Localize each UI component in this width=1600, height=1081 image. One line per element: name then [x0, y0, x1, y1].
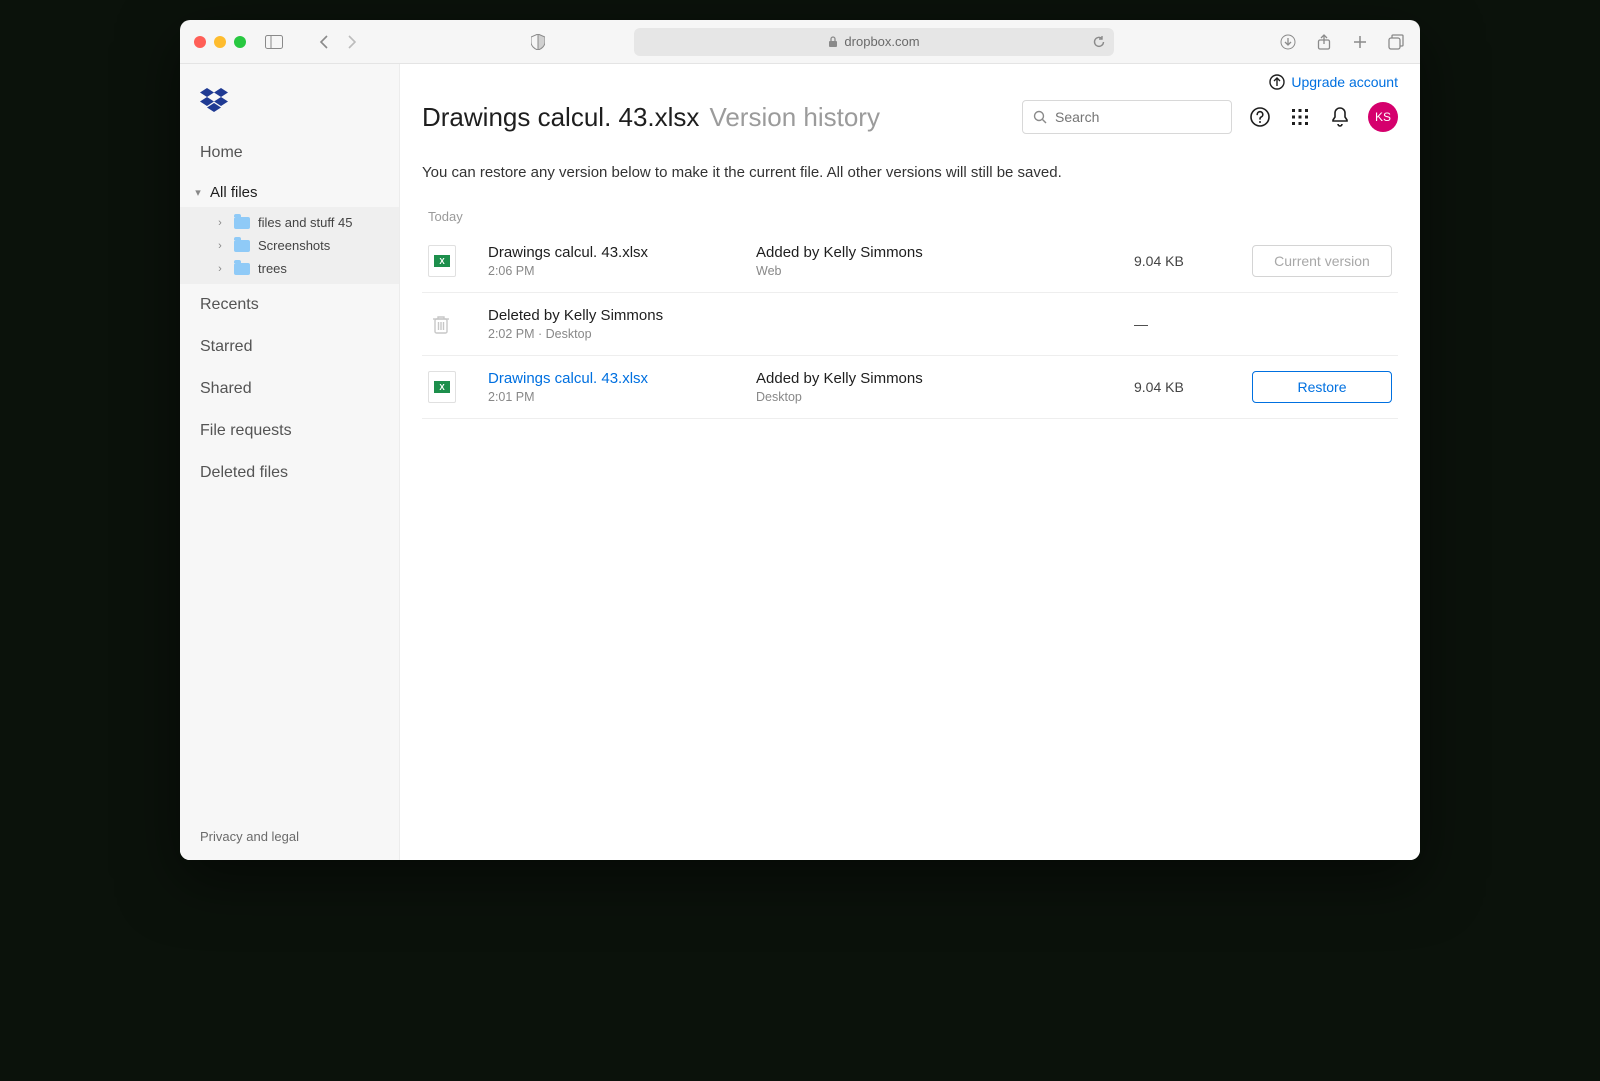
downloads-icon[interactable] [1278, 32, 1298, 52]
group-label: Today [422, 209, 1398, 224]
tree-item-label: trees [258, 261, 287, 276]
back-button[interactable] [314, 32, 334, 52]
search-box[interactable] [1022, 100, 1232, 134]
description-text: You can restore any version below to mak… [422, 164, 1398, 181]
new-tab-icon[interactable] [1350, 32, 1370, 52]
lock-icon [828, 36, 838, 48]
version-size: 9.04 KB [1134, 379, 1244, 395]
close-window-button[interactable] [194, 36, 206, 48]
version-filename: Drawings calcul. 43.xlsx [488, 244, 748, 261]
page-title: Drawings calcul. 43.xlsx Version history [422, 102, 1006, 133]
privacy-shield-icon[interactable] [528, 32, 548, 52]
upgrade-icon [1269, 74, 1285, 90]
version-filename: Deleted by Kelly Simmons [488, 307, 1126, 324]
sidebar-item-shared[interactable]: Shared [180, 368, 399, 410]
help-icon[interactable] [1248, 105, 1272, 129]
version-action: Added by Kelly Simmons [756, 244, 1126, 261]
version-size: 9.04 KB [1134, 253, 1244, 269]
search-input[interactable] [1055, 109, 1236, 125]
notifications-icon[interactable] [1328, 105, 1352, 129]
file-tree: › files and stuff 45 › Screenshots › tre… [180, 207, 399, 284]
version-time: 2:02 PM · Desktop [488, 327, 1126, 341]
sidebar-item-recents[interactable]: Recents [180, 284, 399, 326]
folder-icon [234, 263, 250, 275]
xlsx-file-icon: X [428, 245, 456, 277]
url-text: dropbox.com [844, 34, 919, 49]
sidebar-item-starred[interactable]: Starred [180, 326, 399, 368]
main: Upgrade account Drawings calcul. 43.xlsx… [400, 64, 1420, 860]
dropbox-logo[interactable] [180, 78, 399, 132]
maximize-window-button[interactable] [234, 36, 246, 48]
search-icon [1033, 110, 1047, 124]
version-source: Web [756, 264, 1126, 278]
version-time: 2:06 PM [488, 264, 748, 278]
chevron-right-icon: › [214, 240, 226, 252]
version-filename-link[interactable]: Drawings calcul. 43.xlsx [488, 370, 748, 387]
share-icon[interactable] [1314, 32, 1334, 52]
page-header: Drawings calcul. 43.xlsx Version history [400, 90, 1420, 152]
version-action: Added by Kelly Simmons [756, 370, 1126, 387]
browser-window: dropbox.com [180, 20, 1420, 860]
title-subtitle: Version history [709, 102, 880, 133]
trash-icon [428, 314, 480, 334]
browser-chrome: dropbox.com [180, 20, 1420, 64]
tree-item[interactable]: › trees [180, 257, 399, 280]
tree-item-label: Screenshots [258, 238, 330, 253]
content: You can restore any version below to mak… [400, 152, 1420, 431]
version-source: Desktop [756, 390, 1126, 404]
sidebar-item-file-requests[interactable]: File requests [180, 410, 399, 452]
apps-grid-icon[interactable] [1288, 105, 1312, 129]
tree-item[interactable]: › Screenshots [180, 234, 399, 257]
folder-icon [234, 240, 250, 252]
sidebar-item-all-files[interactable]: ▾ All files [180, 174, 399, 207]
tree-item-label: files and stuff 45 [258, 215, 352, 230]
tabs-icon[interactable] [1386, 32, 1406, 52]
url-bar[interactable]: dropbox.com [634, 28, 1114, 56]
version-size: — [1134, 316, 1244, 332]
sidebar-item-deleted-files[interactable]: Deleted files [180, 452, 399, 494]
folder-icon [234, 217, 250, 229]
sidebar: Home ▾ All files › files and stuff 45 › … [180, 64, 400, 860]
reload-icon[interactable] [1092, 35, 1106, 49]
chevron-down-icon: ▾ [192, 186, 204, 199]
sidebar-item-label: All files [210, 184, 258, 201]
privacy-legal-link[interactable]: Privacy and legal [180, 813, 399, 860]
window-controls [194, 36, 246, 48]
sidebar-item-home[interactable]: Home [180, 132, 399, 174]
upgrade-account-link[interactable]: Upgrade account [1291, 74, 1398, 90]
version-time: 2:01 PM [488, 390, 748, 404]
title-filename: Drawings calcul. 43.xlsx [422, 102, 699, 133]
sidebar-toggle-icon[interactable] [264, 32, 284, 52]
app: Home ▾ All files › files and stuff 45 › … [180, 64, 1420, 860]
restore-button[interactable]: Restore [1252, 371, 1392, 403]
version-row[interactable]: X Drawings calcul. 43.xlsx 2:06 PM Added… [422, 230, 1398, 293]
version-row[interactable]: X Drawings calcul. 43.xlsx 2:01 PM Added… [422, 356, 1398, 419]
upgrade-bar: Upgrade account [400, 64, 1420, 90]
chevron-right-icon: › [214, 263, 226, 275]
version-row[interactable]: Deleted by Kelly Simmons 2:02 PM · Deskt… [422, 293, 1398, 356]
avatar[interactable]: KS [1368, 102, 1398, 132]
forward-button[interactable] [342, 32, 362, 52]
minimize-window-button[interactable] [214, 36, 226, 48]
xlsx-file-icon: X [428, 371, 456, 403]
chevron-right-icon: › [214, 217, 226, 229]
tree-item[interactable]: › files and stuff 45 [180, 211, 399, 234]
current-version-button: Current version [1252, 245, 1392, 277]
